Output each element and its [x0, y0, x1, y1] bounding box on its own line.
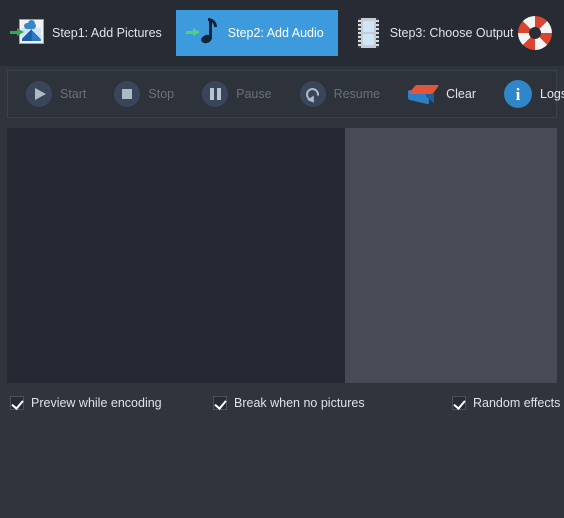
picture-icon: [10, 16, 44, 50]
eraser-icon: [408, 82, 440, 106]
start-button-label: Start: [60, 87, 87, 101]
music-note-icon: [185, 16, 220, 50]
pause-icon: [202, 81, 229, 107]
preview-canvas-right[interactable]: [345, 128, 557, 383]
checkbox-break-label: Break when no pictures: [234, 396, 365, 410]
clear-button-label: Clear: [446, 87, 476, 101]
info-icon: i: [504, 80, 532, 108]
resume-button-label: Resume: [333, 87, 381, 101]
check-icon: [10, 396, 24, 410]
logs-button-label: Logs: [540, 87, 564, 101]
playback-toolbar: Start Stop Pause Resume Clear i Logs: [7, 70, 564, 118]
logs-button[interactable]: i Logs: [504, 74, 564, 114]
checkbox-break-when-no-pictures[interactable]: Break when no pictures: [213, 396, 365, 410]
check-icon: [213, 396, 227, 410]
checkbox-preview-while-encoding[interactable]: Preview while encoding: [10, 396, 162, 410]
tab-step3-label: Step3: Choose Output: [389, 26, 514, 40]
lifebuoy-help-icon[interactable]: [518, 16, 552, 50]
tab-step1-label: Step1: Add Pictures: [52, 26, 162, 40]
resume-icon: [299, 81, 326, 107]
stop-button-label: Stop: [148, 87, 175, 101]
pause-button[interactable]: Pause: [202, 74, 272, 114]
step-tab-bar: Step1: Add Pictures Step2: Add Audio Ste…: [0, 0, 564, 66]
play-icon: [26, 81, 52, 107]
tab-step2-label: Step2: Add Audio: [227, 26, 324, 40]
film-strip-icon: [348, 16, 382, 50]
stop-button[interactable]: Stop: [114, 74, 174, 114]
options-panel: Preview while encoding Break when no pic…: [0, 390, 564, 518]
checkbox-random-effects[interactable]: Random effects: [452, 396, 560, 410]
stop-icon: [114, 81, 141, 107]
start-button[interactable]: Start: [26, 74, 86, 114]
preview-canvas-left[interactable]: [7, 128, 345, 383]
clear-button[interactable]: Clear: [408, 74, 476, 114]
check-icon: [452, 396, 466, 410]
green-arrow-icon: [10, 28, 25, 37]
resume-button[interactable]: Resume: [299, 74, 381, 114]
green-arrow-icon: [185, 28, 201, 37]
tab-step2-add-audio[interactable]: Step2: Add Audio: [175, 10, 338, 56]
checkbox-preview-label: Preview while encoding: [31, 396, 162, 410]
tab-step3-choose-output[interactable]: Step3: Choose Output: [338, 10, 528, 56]
pause-button-label: Pause: [236, 87, 272, 101]
preview-area: [7, 128, 557, 383]
tab-step1-add-pictures[interactable]: Step1: Add Pictures: [0, 10, 176, 56]
checkbox-random-effects-label: Random effects: [473, 396, 561, 410]
